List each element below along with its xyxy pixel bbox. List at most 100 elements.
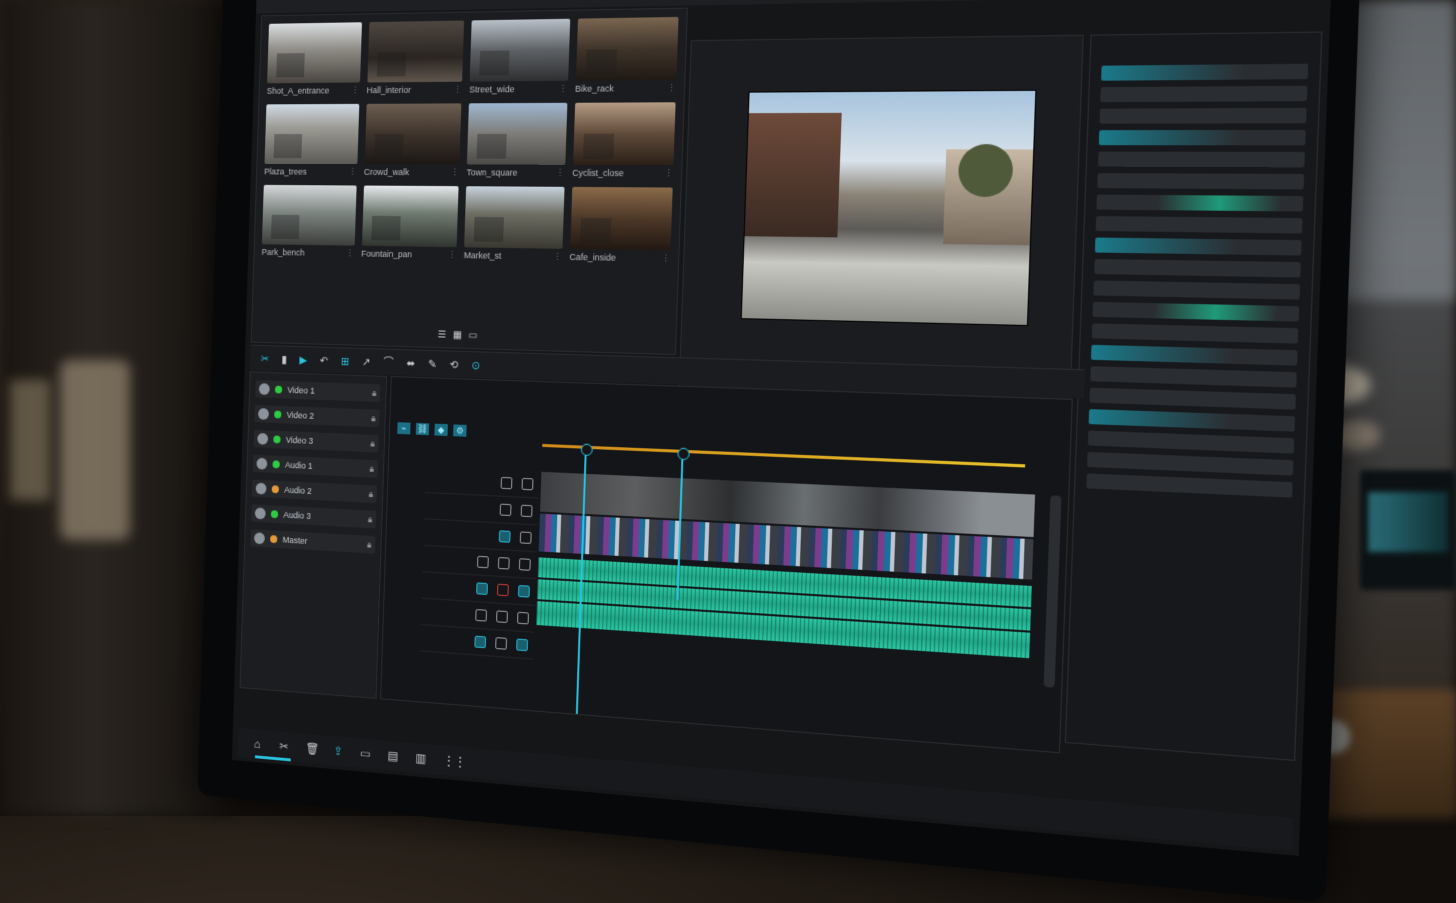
track-item[interactable]: Video 3🔒︎ [254,430,379,453]
clip-menu-icon[interactable]: ⋮ [556,168,565,179]
clip-thumbnail[interactable] [264,104,358,164]
record-toggle-icon[interactable] [497,584,509,597]
lock-icon[interactable]: 🔒︎ [367,539,372,550]
timeline-ruler[interactable] [542,428,1058,464]
rotate-tool[interactable]: ⟲ [450,358,459,371]
solo-toggle-icon[interactable] [498,557,510,570]
effect-row[interactable] [1093,302,1300,322]
lock-icon[interactable]: 🔒︎ [369,463,374,474]
media-clip[interactable]: Park_bench⋮ [261,185,356,259]
list-view-icon[interactable]: ☰ [436,329,448,341]
track-item[interactable]: Audio 1🔒︎ [253,455,378,478]
effect-row[interactable] [1094,259,1301,278]
effect-row[interactable] [1089,409,1296,432]
clip-menu-icon[interactable]: ⋮ [450,167,459,178]
pen-tool[interactable]: ✎ [428,357,437,370]
razor-tool[interactable]: ✂ [261,352,270,365]
marker-icon[interactable]: ◆ [434,424,447,436]
effect-row[interactable] [1092,323,1299,343]
clip-thumbnail[interactable] [464,186,564,249]
timeline-vertical-scrollbar[interactable] [1044,495,1062,687]
target-toggle-icon[interactable] [474,636,486,649]
grid-tool[interactable]: ⊞ [341,355,350,368]
effect-row[interactable] [1093,280,1300,299]
slip-tool[interactable]: ⬌ [406,357,415,370]
mute-toggle-icon[interactable] [477,556,489,569]
effect-row[interactable] [1090,366,1297,387]
lock-icon[interactable]: 🔒︎ [369,489,374,500]
target-toggle-icon[interactable] [476,582,488,595]
clip-thumbnail[interactable] [573,102,676,165]
solo-toggle-icon[interactable] [495,637,507,650]
lock-icon[interactable]: 🔒︎ [372,388,377,399]
effect-row[interactable] [1101,64,1308,81]
lock-toggle-icon[interactable] [501,477,513,489]
solo-toggle-icon[interactable] [518,585,530,598]
media-clip[interactable]: Cyclist_close⋮ [572,102,676,179]
audio-meter-icon[interactable]: ▥ [415,752,427,765]
effect-row[interactable] [1096,216,1303,233]
media-clip[interactable]: Bike_rack⋮ [575,17,679,95]
record-toggle-icon[interactable] [517,612,529,625]
effect-row[interactable] [1096,195,1303,212]
settings-icon[interactable]: ⚙ [453,424,467,436]
clip-menu-icon[interactable]: ⋮ [667,83,676,94]
clip-thumbnail[interactable] [364,103,461,164]
media-clip[interactable]: Fountain_pan⋮ [361,186,459,261]
lock-icon[interactable]: 🔒︎ [370,438,375,449]
link-icon[interactable]: ⛓ [416,423,429,435]
track-item[interactable]: Video 2🔒︎ [254,405,379,427]
panel-icon[interactable]: ▤ [387,750,398,763]
clip-menu-icon[interactable]: ⋮ [661,253,670,264]
undo-tool[interactable]: ↶ [320,354,329,367]
mixer-icon[interactable]: ⋮⋮ [443,754,455,767]
effect-row[interactable] [1089,388,1296,410]
mute-toggle-icon[interactable] [475,609,487,622]
effect-row[interactable] [1100,86,1307,102]
new-bin-icon[interactable]: ▭ [467,330,479,342]
clip-menu-icon[interactable]: ⋮ [346,248,355,259]
grid-view-icon[interactable]: ▦ [452,330,464,342]
snap-icon[interactable]: ⌁ [397,422,410,434]
solo-toggle-icon[interactable] [496,610,508,623]
clip-menu-icon[interactable]: ⋮ [348,167,357,178]
target-tool[interactable]: ⊙ [471,359,480,372]
clip-thumbnail[interactable] [267,22,361,83]
effect-row[interactable] [1100,108,1307,124]
clip-thumbnail[interactable] [575,17,678,81]
media-clip[interactable]: Plaza_trees⋮ [264,104,359,178]
effect-row[interactable] [1098,152,1305,168]
clip-thumbnail[interactable] [570,187,673,251]
target-toggle-icon[interactable] [499,530,511,543]
visibility-toggle-icon[interactable] [521,505,533,518]
effect-row[interactable] [1086,473,1292,497]
media-clip[interactable]: Shot_A_entrance⋮ [267,22,362,96]
effect-row[interactable] [1095,238,1302,256]
media-clip[interactable]: Hall_interior⋮ [366,21,464,97]
media-clip[interactable]: Market_st⋮ [464,186,564,263]
track-item[interactable]: Audio 3🔒︎ [251,504,376,528]
media-clip[interactable]: Town_square⋮ [466,103,567,179]
effect-row[interactable] [1091,345,1298,366]
arrow-tool[interactable]: ↗ [362,355,371,368]
play-tool[interactable]: ▶ [299,353,307,366]
track-item[interactable]: Audio 2🔒︎ [252,480,377,504]
clip-thumbnail[interactable] [470,19,570,82]
clip-thumbnail[interactable] [467,103,567,165]
scissors-icon[interactable]: ✂ [278,740,289,752]
effect-row[interactable] [1088,431,1294,454]
lock-icon[interactable]: 🔒︎ [371,413,376,424]
select-tool[interactable]: ▮ [281,353,287,366]
track-item[interactable]: Video 1🔒︎ [255,380,380,402]
clip-menu-icon[interactable]: ⋮ [553,252,562,263]
visibility-toggle-icon[interactable] [520,531,532,544]
trash-icon[interactable]: 🗑︎ [305,742,316,754]
clip-menu-icon[interactable]: ⋮ [664,168,673,179]
effect-row[interactable] [1087,452,1293,476]
export-icon[interactable]: ⇪ [332,745,343,758]
clip-menu-icon[interactable]: ⋮ [448,250,457,261]
lock-toggle-icon[interactable] [500,504,512,516]
media-clip[interactable]: Cafe_inside⋮ [569,187,672,265]
curve-tool[interactable]: ⌒ [383,354,394,370]
clip-menu-icon[interactable]: ⋮ [558,84,567,95]
